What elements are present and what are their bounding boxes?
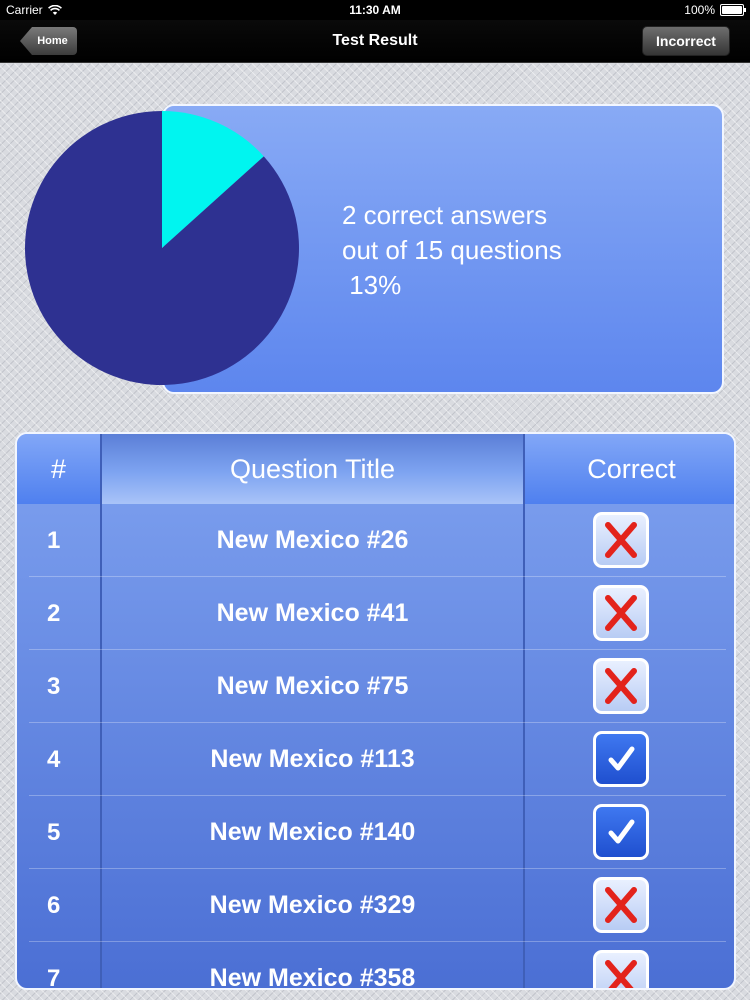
table-row[interactable]: 4 New Mexico #113 <box>17 723 734 796</box>
correct-check-icon <box>593 731 649 787</box>
status-time: 11:30 AM <box>349 3 401 17</box>
battery-icon <box>720 4 746 16</box>
page-title: Test Result <box>332 32 418 49</box>
table-row[interactable]: 1 New Mexico #26 <box>17 504 734 577</box>
table-row[interactable]: 6 New Mexico #329 <box>17 869 734 942</box>
battery-percent: 100% <box>684 3 715 17</box>
result-pie-chart <box>24 111 300 385</box>
table-row[interactable]: 2 New Mexico #41 <box>17 577 734 650</box>
navigation-bar: Home Test Result Incorrect <box>0 20 750 63</box>
row-question-title: New Mexico #26 <box>216 526 409 554</box>
row-question-title: New Mexico #140 <box>209 818 416 846</box>
row-question-title: New Mexico #358 <box>209 964 416 990</box>
incorrect-cross-icon <box>593 877 649 933</box>
row-question-title: New Mexico #41 <box>216 599 409 627</box>
results-table: # Question Title Correct 1 New Mexico #26… <box>15 432 736 990</box>
correct-check-icon <box>593 804 649 860</box>
result-summary-text: 2 correct answers out of 15 questions 13… <box>342 200 562 300</box>
row-number: 3 <box>47 673 61 700</box>
row-question-title: New Mexico #75 <box>216 672 409 700</box>
battery-status: 100% <box>684 3 746 17</box>
table-row[interactable]: 5 New Mexico #140 <box>17 796 734 869</box>
row-number: 5 <box>47 819 61 846</box>
row-number: 6 <box>47 892 61 919</box>
row-number: 4 <box>47 746 61 773</box>
row-number: 7 <box>47 965 61 990</box>
row-question-title: New Mexico #329 <box>209 891 416 919</box>
row-number: 2 <box>47 600 61 627</box>
column-header-correct: Correct <box>525 434 734 504</box>
column-header-number: # <box>17 434 100 504</box>
incorrect-button[interactable]: Incorrect <box>642 26 730 56</box>
incorrect-cross-icon <box>593 512 649 568</box>
table-row[interactable]: 3 New Mexico #75 <box>17 650 734 723</box>
row-number: 1 <box>47 527 61 554</box>
status-bar: Carrier 11:30 AM 100% <box>0 0 750 20</box>
incorrect-cross-icon <box>593 950 649 988</box>
row-question-title: New Mexico #113 <box>210 745 415 773</box>
column-header-question-title: Question Title <box>102 434 523 504</box>
incorrect-cross-icon <box>593 585 649 641</box>
table-row[interactable]: 7 New Mexico #358 <box>17 942 734 990</box>
incorrect-cross-icon <box>593 658 649 714</box>
